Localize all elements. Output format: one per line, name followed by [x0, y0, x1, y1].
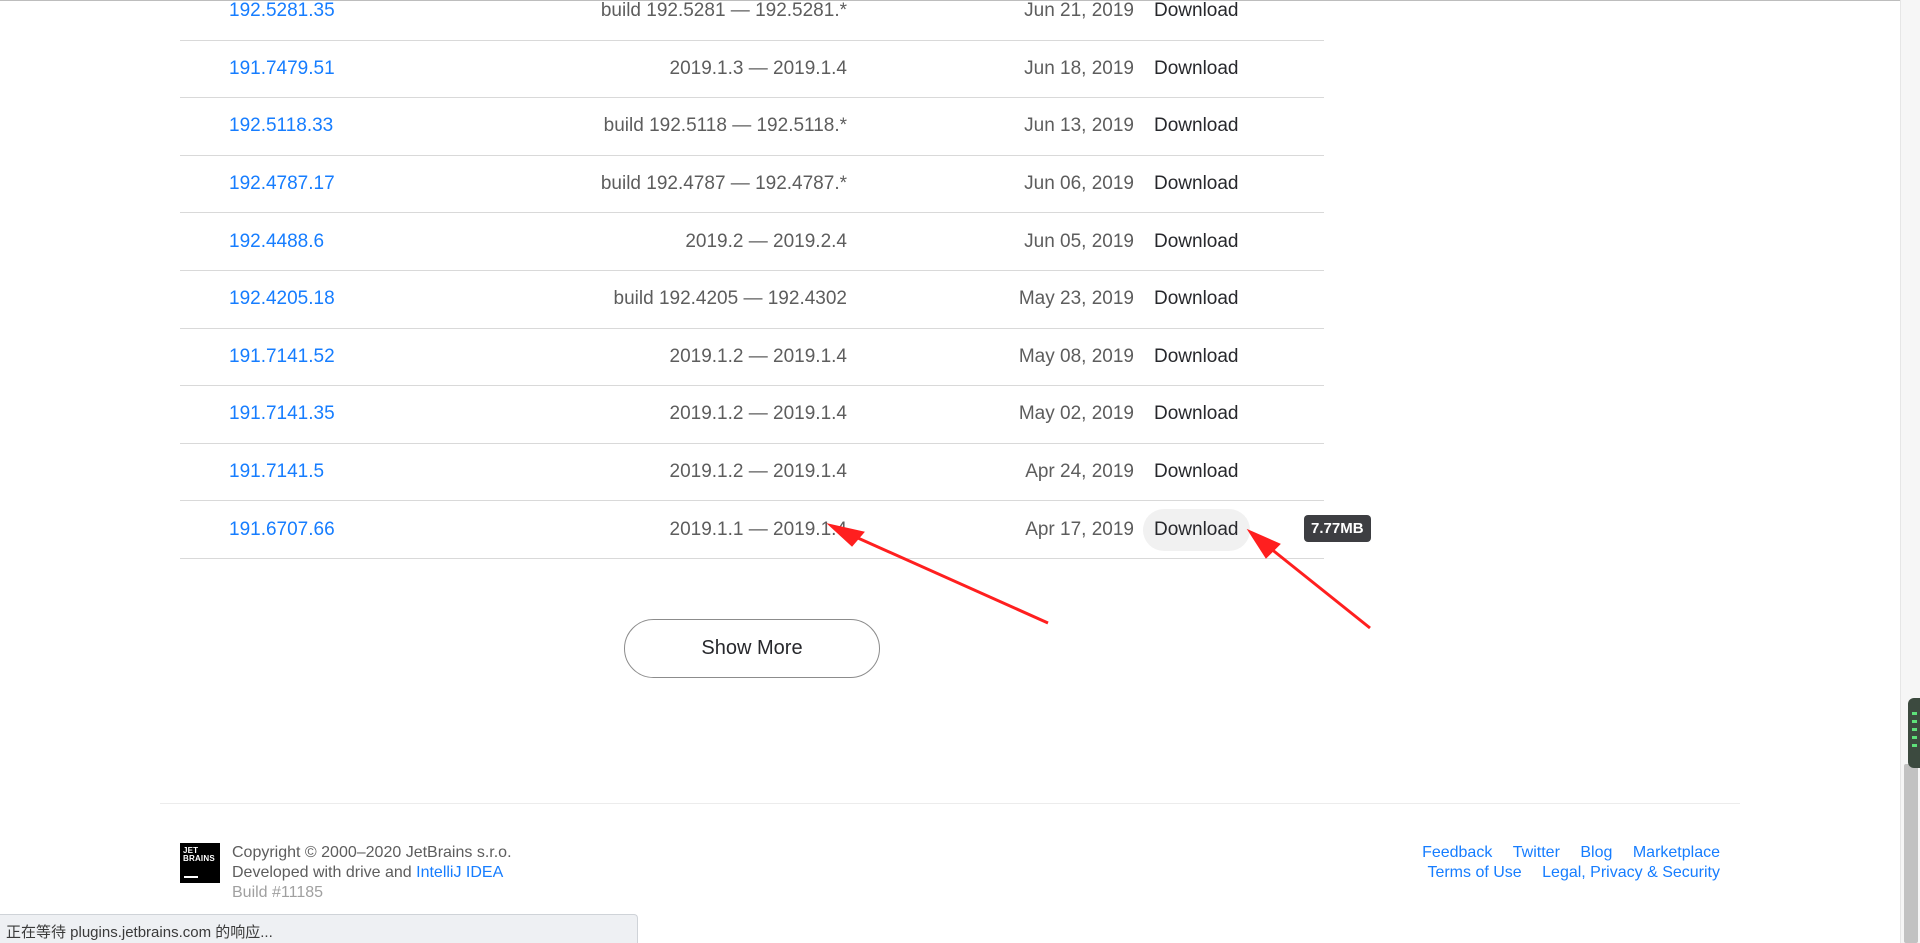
table-row: 191.7141.52 2019.1.2 — 2019.1.4 May 08, … — [180, 329, 1324, 387]
table-row: 191.7479.51 2019.1.3 — 2019.1.4 Jun 18, … — [180, 41, 1324, 99]
release-date: Jun 18, 2019 — [1024, 57, 1134, 79]
compatibility-range: 2019.1.2 — 2019.1.4 — [669, 403, 847, 425]
table-row: 192.4205.18 build 192.4205 — 192.4302 Ma… — [180, 271, 1324, 329]
release-date: Jun 05, 2019 — [1024, 230, 1134, 252]
download-button-hovered[interactable]: Download — [1143, 508, 1250, 551]
table-row: 191.6707.66 2019.1.1 — 2019.1.4 Apr 17, … — [180, 501, 1324, 559]
download-button[interactable]: Download — [1143, 0, 1250, 32]
table-row: 192.4488.6 2019.2 — 2019.2.4 Jun 05, 201… — [180, 213, 1324, 271]
show-more-button[interactable]: Show More — [624, 619, 880, 678]
release-date: May 23, 2019 — [1018, 288, 1134, 310]
table-row: 192.4787.17 build 192.4787 — 192.4787.* … — [180, 156, 1324, 214]
blog-link[interactable]: Blog — [1580, 844, 1612, 861]
browser-extension-widget-icon[interactable] — [1908, 698, 1920, 768]
compatibility-range: 2019.1.2 — 2019.1.4 — [669, 345, 847, 367]
twitter-link[interactable]: Twitter — [1513, 844, 1560, 861]
download-button[interactable]: Download — [1143, 451, 1250, 493]
footer-links-row-2: Terms of Use Legal, Privacy & Security — [1406, 863, 1720, 883]
download-button[interactable]: Download — [1143, 48, 1250, 90]
table-row: 191.7141.5 2019.1.2 — 2019.1.4 Apr 24, 2… — [180, 444, 1324, 502]
intellij-idea-link[interactable]: IntelliJ IDEA — [416, 864, 503, 881]
download-button[interactable]: Download — [1143, 393, 1250, 435]
jetbrains-logo-icon[interactable]: JET BRAINS — [180, 843, 220, 883]
feedback-link[interactable]: Feedback — [1422, 844, 1492, 861]
release-date: Jun 06, 2019 — [1024, 173, 1134, 195]
version-link[interactable]: 192.4787.17 — [229, 173, 335, 195]
scrollbar-thumb[interactable] — [1904, 764, 1918, 943]
version-link[interactable]: 191.6707.66 — [229, 519, 335, 541]
footer-links: Feedback Twitter Blog Marketplace Terms … — [1406, 843, 1720, 883]
version-link[interactable]: 191.7141.52 — [229, 346, 335, 368]
vertical-scrollbar[interactable] — [1900, 0, 1920, 943]
version-link[interactable]: 191.7141.5 — [229, 461, 324, 483]
version-link[interactable]: 192.5118.33 — [229, 115, 333, 137]
release-date: Jun 21, 2019 — [1024, 0, 1134, 22]
copyright-text: Copyright © 2000–2020 JetBrains s.r.o. — [232, 844, 512, 861]
legal-privacy-security-link[interactable]: Legal, Privacy & Security — [1542, 864, 1720, 881]
version-link[interactable]: 192.4488.6 — [229, 231, 324, 253]
release-date: Apr 24, 2019 — [1025, 461, 1134, 483]
compatibility-range: 2019.2 — 2019.2.4 — [685, 230, 847, 252]
browser-status-bar: 正在等待 plugins.jetbrains.com 的响应... — [0, 914, 638, 943]
compatibility-range: 2019.1.3 — 2019.1.4 — [669, 57, 847, 79]
marketplace-link[interactable]: Marketplace — [1633, 844, 1720, 861]
versions-table: 192.5281.35 build 192.5281 — 192.5281.* … — [180, 0, 1324, 559]
table-row: 192.5281.35 build 192.5281 — 192.5281.* … — [180, 0, 1324, 41]
terms-of-use-link[interactable]: Terms of Use — [1427, 864, 1521, 881]
file-size-tooltip: 7.77MB — [1304, 515, 1371, 542]
release-date: Jun 13, 2019 — [1024, 115, 1134, 137]
release-date: May 08, 2019 — [1018, 345, 1134, 367]
version-link[interactable]: 192.5281.35 — [229, 0, 335, 22]
footer-links-row-1: Feedback Twitter Blog Marketplace — [1406, 843, 1720, 863]
footer-info: Copyright © 2000–2020 JetBrains s.r.o. D… — [232, 843, 512, 903]
version-link[interactable]: 191.7479.51 — [229, 58, 335, 80]
version-link[interactable]: 192.4205.18 — [229, 288, 335, 310]
compatibility-range: build 192.4205 — 192.4302 — [613, 288, 847, 310]
footer-divider — [160, 803, 1740, 804]
developed-prefix: Developed with drive and — [232, 864, 412, 881]
developed-with-line: Developed with drive and IntelliJ IDEA — [232, 863, 512, 883]
compatibility-range: 2019.1.2 — 2019.1.4 — [669, 461, 847, 483]
version-link[interactable]: 191.7141.35 — [229, 403, 335, 425]
compatibility-range: build 192.5281 — 192.5281.* — [600, 0, 847, 22]
download-button[interactable]: Download — [1143, 221, 1250, 263]
release-date: Apr 17, 2019 — [1025, 518, 1134, 540]
download-button[interactable]: Download — [1143, 105, 1250, 147]
download-button[interactable]: Download — [1143, 336, 1250, 378]
download-button[interactable]: Download — [1143, 278, 1250, 320]
logo-text-brains: BRAINS — [183, 854, 215, 863]
compatibility-range: 2019.1.1 — 2019.1.4 — [669, 518, 847, 540]
table-row: 192.5118.33 build 192.5118 — 192.5118.* … — [180, 98, 1324, 156]
table-row: 191.7141.35 2019.1.2 — 2019.1.4 May 02, … — [180, 386, 1324, 444]
release-date: May 02, 2019 — [1018, 403, 1134, 425]
compatibility-range: build 192.5118 — 192.5118.* — [603, 115, 847, 137]
download-button[interactable]: Download — [1143, 163, 1250, 205]
build-number: Build #11185 — [232, 884, 324, 901]
compatibility-range: build 192.4787 — 192.4787.* — [600, 173, 847, 195]
